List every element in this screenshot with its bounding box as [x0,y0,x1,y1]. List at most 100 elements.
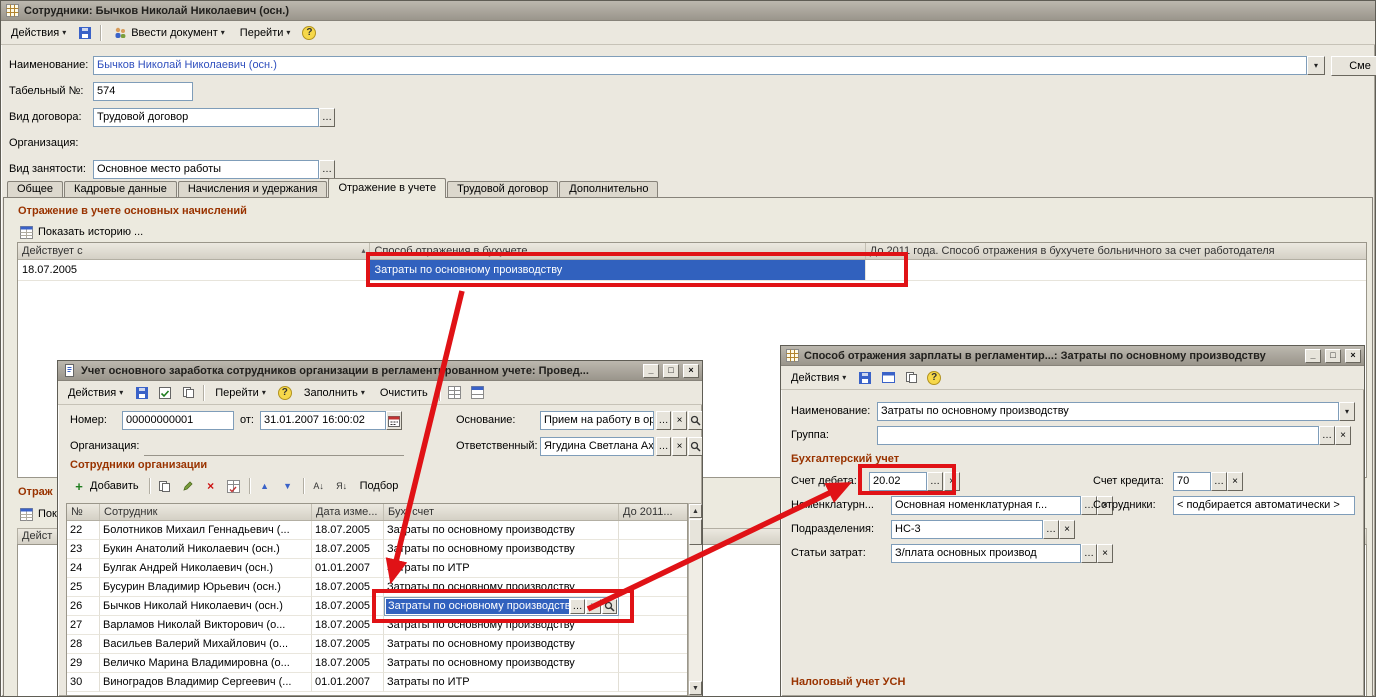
cell-employee[interactable]: Варламов Николай Викторович (о... [100,616,312,635]
goto-button[interactable]: Перейти ▾ [209,384,272,402]
move-down-button[interactable]: ▼ [278,476,298,496]
personnel-number-field[interactable]: 574 [93,82,193,101]
close-button[interactable]: × [683,364,699,378]
cell-note[interactable] [619,597,688,616]
column-note[interactable]: До 2011... [619,504,688,520]
cell-note[interactable] [619,635,688,654]
show-history-button[interactable]: Показать историю ... [18,224,143,240]
minimize-button[interactable]: _ [643,364,659,378]
employment-choose-button[interactable]: … [319,160,335,179]
tab-accruals[interactable]: Начисления и удержания [178,181,328,198]
departments-clear-button[interactable]: × [1059,520,1075,539]
method-window-titlebar[interactable]: Способ отражения зарплаты в регламентир.… [781,346,1364,366]
cell-employee[interactable]: Бусурин Владимир Юрьевич (осн.) [100,578,312,597]
credit-choose-button[interactable]: … [1211,472,1227,491]
cell-account[interactable]: Затраты по основному производству [384,521,619,540]
debit-field[interactable]: 20.02 [869,472,927,491]
close-button[interactable]: × [1345,349,1361,363]
maximize-button[interactable]: □ [1325,349,1341,363]
move-up-button[interactable]: ▲ [255,476,275,496]
cell-employee[interactable]: Булгак Андрей Николаевич (осн.) [100,559,312,578]
structure-button[interactable] [468,383,488,403]
employment-type-field[interactable]: Основное место работы [93,160,319,179]
scroll-down-button[interactable]: ▼ [689,681,702,695]
help-button[interactable]: ? [275,383,295,403]
employee-row[interactable]: 23Букин Анатолий Николаевич (осн.)18.07.… [67,540,687,559]
save-button[interactable] [855,368,875,388]
debit-choose-button[interactable]: … [927,472,943,491]
column-number[interactable]: № [67,504,100,520]
cell-account[interactable]: Затраты по основному производству [384,616,619,635]
copy-row-button[interactable] [155,476,175,496]
list-settings-button[interactable] [445,383,465,403]
enter-document-button[interactable]: Ввести документ ▾ [106,22,231,44]
delete-row-button[interactable]: × [201,476,221,496]
cell-date[interactable]: 18.07.2005 [312,616,384,635]
employee-row[interactable]: 27Варламов Николай Викторович (о...18.07… [67,616,687,635]
basis-clear-button[interactable]: × [672,411,687,430]
cell-account[interactable]: Затраты по основному производству [384,540,619,559]
cell-number[interactable]: 28 [67,635,100,654]
nomenclature-field[interactable]: Основная номенклатурная г... [891,496,1081,515]
pick-button[interactable]: Подбор [355,478,404,494]
employee-row[interactable]: 24Булгак Андрей Николаевич (осн.)01.01.2… [67,559,687,578]
maximize-button[interactable]: □ [663,364,679,378]
contract-type-field[interactable]: Трудовой договор [93,108,319,127]
cell-number[interactable]: 25 [67,578,100,597]
scrollbar-thumb[interactable] [689,519,702,545]
calendar-button[interactable] [386,411,402,430]
column-date[interactable]: Дата изме... [312,504,384,520]
cell-date[interactable]: 18.07.2005 [312,635,384,654]
name-dropdown-button[interactable]: ▾ [1307,56,1325,75]
help-button[interactable]: ? [299,23,319,43]
cell-note[interactable] [619,521,688,540]
column-employee[interactable]: Сотрудник [100,504,312,520]
cost-items-choose-button[interactable]: … [1081,544,1097,563]
sort-asc-button[interactable]: А↓ [309,476,329,496]
column-method[interactable]: Способ отражения в бухучете [370,243,865,259]
contract-choose-button[interactable]: … [319,108,335,127]
cell-method[interactable]: Затраты по основному производству [370,260,865,281]
tab-reflection[interactable]: Отражение в учете [328,178,446,198]
group-clear-button[interactable]: × [1335,426,1351,445]
cell-effective-from[interactable]: 18.07.2005 [18,260,370,281]
employees-field[interactable]: < подбирается автоматически > [1173,496,1355,515]
goto-button[interactable]: Перейти ▾ [234,24,297,42]
clear-button[interactable]: Очистить [374,384,434,402]
cell-number[interactable]: 29 [67,654,100,673]
cell-note[interactable] [619,616,688,635]
add-row-button[interactable]: + Добавить [66,476,144,496]
responsible-open-button[interactable] [688,437,703,456]
cell-number[interactable]: 26 [67,597,100,616]
cell-employee[interactable]: Букин Анатолий Николаевич (осн.) [100,540,312,559]
cell-date[interactable]: 18.07.2005 [312,654,384,673]
cost-items-clear-button[interactable]: × [1097,544,1113,563]
edit-row-button[interactable] [178,476,198,496]
cell-number[interactable]: 27 [67,616,100,635]
cell-note[interactable] [619,673,688,692]
responsible-clear-button[interactable]: × [672,437,687,456]
cell-note[interactable] [619,578,688,597]
cell-employee[interactable]: Виноградов Владимир Сергеевич (... [100,673,312,692]
minimize-button[interactable]: _ [1305,349,1321,363]
column-account[interactable]: Бух. счет [384,504,619,520]
cell-date[interactable]: 01.01.2007 [312,673,384,692]
name-dropdown-button[interactable]: ▾ [1339,402,1355,421]
date-field[interactable]: 31.01.2007 16:00:02 [260,411,386,430]
post-document-button[interactable] [155,383,175,403]
open-button[interactable] [602,599,617,614]
column-effective-from[interactable]: Действует с ▴ [18,243,370,259]
end-edit-button[interactable] [224,476,244,496]
tab-hr-data[interactable]: Кадровые данные [64,181,177,198]
cell-account[interactable]: Затраты по основному производству [384,635,619,654]
cost-items-field[interactable]: З/плата основных производ [891,544,1081,563]
group-choose-button[interactable]: … [1319,426,1335,445]
cell-date[interactable]: 18.07.2005 [312,521,384,540]
employee-window-titlebar[interactable]: Сотрудники: Бычков Николай Николаевич (о… [1,1,1375,21]
departments-field[interactable]: НС-3 [891,520,1043,539]
cell-account[interactable]: Затраты по ИТР [384,673,619,692]
cell-date[interactable]: 18.07.2005 [312,597,384,616]
column-note[interactable]: До 2011 года. Способ отражения в бухучет… [866,243,1366,259]
employee-row[interactable]: 25Бусурин Владимир Юрьевич (осн.)18.07.2… [67,578,687,597]
cell-date[interactable]: 18.07.2005 [312,540,384,559]
